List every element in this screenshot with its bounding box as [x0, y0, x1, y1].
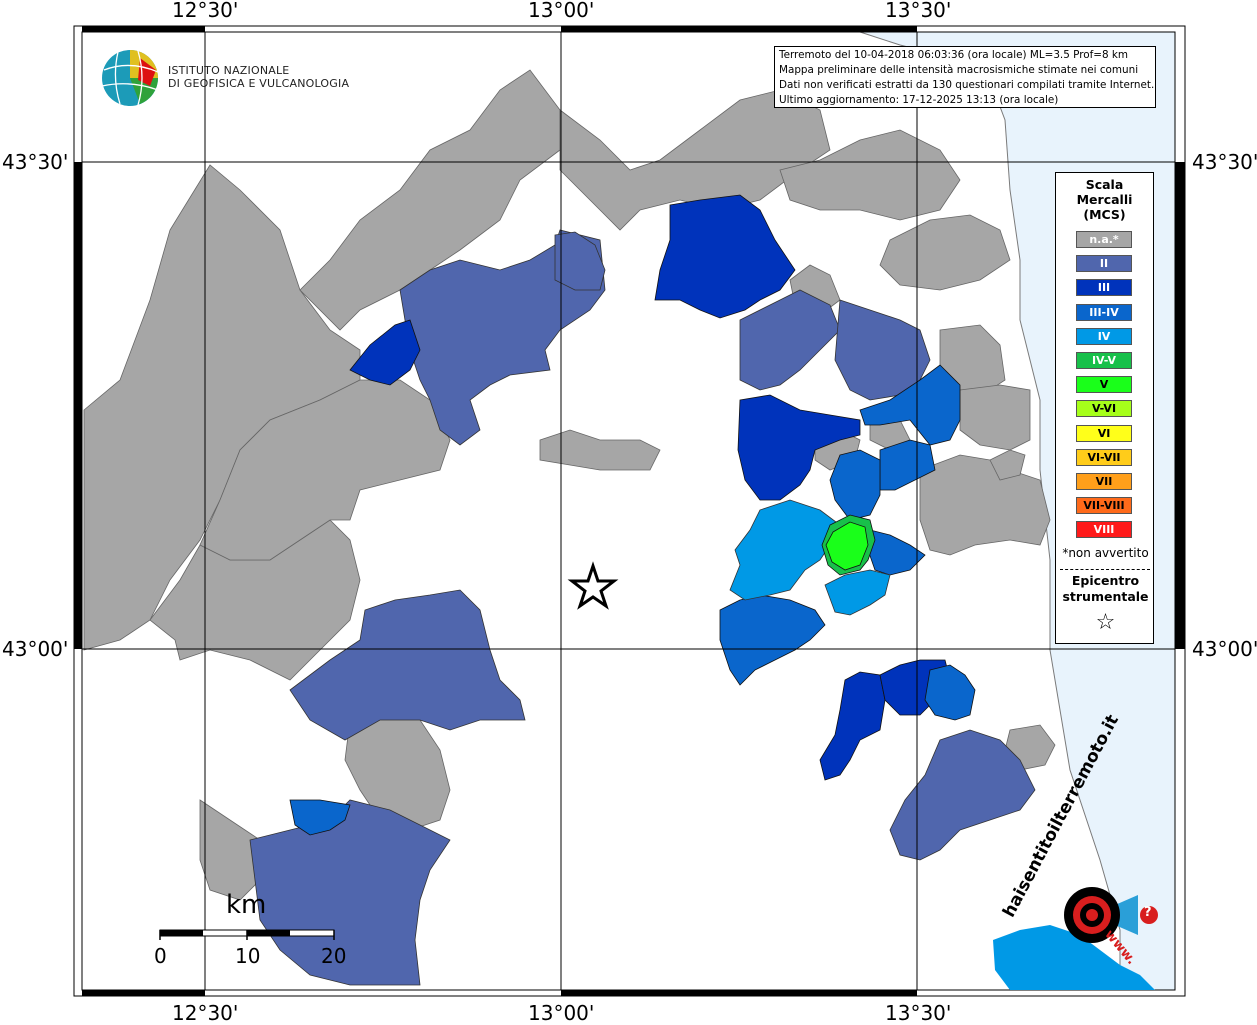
lon-label-bottom-3: 13°30'	[885, 1001, 952, 1025]
lon-label-top-2: 13°00'	[528, 0, 595, 22]
legend-title-line1: Scala	[1085, 177, 1124, 192]
lon-label-bottom-1: 12°30'	[172, 1001, 239, 1025]
legend-epicenter-line1: Epicentro	[1071, 573, 1140, 588]
legend-item: VII	[1076, 473, 1132, 490]
legend-separator	[1060, 569, 1150, 570]
lon-label-top-3: 13°30'	[885, 0, 952, 22]
legend-item: II	[1076, 255, 1132, 273]
epicenter-star-icon	[567, 561, 619, 610]
legend-title-line2: Mercalli	[1076, 192, 1133, 207]
ingv-logo-icon	[101, 50, 159, 106]
legend-item: III-IV	[1076, 303, 1132, 321]
legend-item: VI-VII	[1076, 448, 1132, 466]
lat-label-right-1: 43°30'	[1192, 150, 1257, 174]
legend-epicenter-line2: strumentale	[1062, 589, 1149, 604]
lon-label-top-1: 12°30'	[172, 0, 239, 22]
legend-epicenter-star-icon: ☆	[1095, 610, 1116, 635]
legend-note: *non avvertito	[1062, 546, 1149, 560]
legend-item: VI	[1076, 424, 1132, 442]
legend-item: n.a.*	[1076, 231, 1132, 248]
legend-epicenter-label: Epicentro strumentale	[1056, 573, 1155, 605]
lat-label-left-1: 43°30'	[2, 150, 69, 174]
legend-title: Scala Mercalli (MCS)	[1056, 177, 1153, 222]
legend-item: VII-VIII	[1076, 497, 1132, 515]
brand-question-mark: ?	[1144, 905, 1152, 920]
scale-unit: km	[226, 890, 267, 920]
legend-item: IV-V	[1076, 352, 1132, 369]
ingv-org-line1: ISTITUTO NAZIONALE	[168, 64, 290, 77]
legend-item: V	[1076, 376, 1132, 394]
scale-tick-20: 20	[321, 944, 347, 968]
scale-tick-10: 10	[235, 944, 261, 968]
lon-label-bottom-2: 13°00'	[528, 1001, 595, 1025]
ingv-org-name: ISTITUTO NAZIONALE DI GEOFISICA E VULCAN…	[168, 64, 349, 90]
lat-label-right-2: 43°00'	[1192, 637, 1257, 661]
legend-item: VIII	[1076, 521, 1132, 539]
event-info-line4: Ultimo aggiornamento: 17-12-2025 13:13 (…	[779, 94, 1059, 106]
legend-item: IV	[1076, 327, 1132, 345]
event-info-line3: Dati non verificati estratti da 130 ques…	[779, 79, 1155, 91]
event-info-line1: Terremoto del 10-04-2018 06:03:36 (ora l…	[779, 49, 1129, 61]
legend-item: III	[1076, 279, 1132, 297]
municipalities-not-felt	[83, 69, 1056, 901]
legend-item: V-VI	[1076, 400, 1132, 418]
mcs-legend: Scala Mercalli (MCS) n.a.* II III III-IV IV I…	[1055, 172, 1154, 644]
lat-label-left-2: 43°00'	[2, 637, 69, 661]
scale-tick-0: 0	[154, 944, 167, 968]
legend-title-line3: (MCS)	[1083, 207, 1126, 222]
event-info-box: Terremoto del 10-04-2018 06:03:36 (ora l…	[774, 46, 1156, 108]
ingv-org-line2: DI GEOFISICA E VULCANOLOGIA	[168, 77, 350, 90]
event-info-line2: Mappa preliminare delle intensità macros…	[779, 64, 1139, 76]
